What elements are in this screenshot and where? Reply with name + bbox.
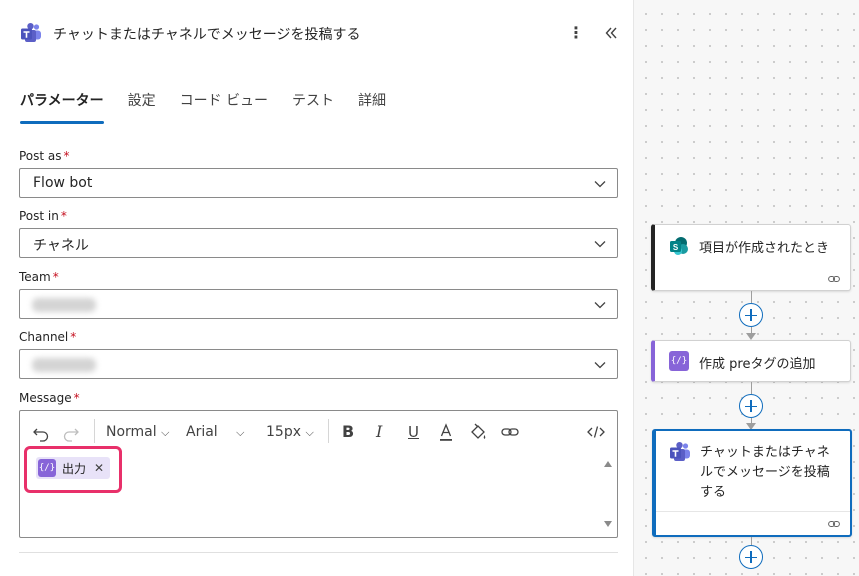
team-label: Team * [19, 270, 59, 284]
scroll-up-icon[interactable] [603, 459, 613, 469]
scroll-down-icon[interactable] [603, 519, 613, 529]
code-view-icon[interactable] [586, 421, 606, 443]
channel-label: Channel * [19, 330, 77, 344]
channel-dropdown[interactable] [19, 349, 618, 379]
highlight-box [24, 446, 122, 493]
italic-button[interactable]: I [376, 421, 382, 443]
team-value-redacted [32, 298, 96, 312]
tab-bar: パラメーター 設定 コード ビュー テスト 詳細 [20, 86, 410, 126]
underline-button[interactable]: U [408, 421, 419, 443]
toolbar-divider [94, 419, 95, 443]
trigger-card-label: 項目が作成されたとき [699, 241, 830, 256]
channel-value-redacted [32, 358, 96, 372]
tab-parameters[interactable]: パラメーター [20, 86, 104, 126]
toolbar-divider [328, 419, 329, 443]
chevron-down-icon [594, 362, 606, 369]
more-options-button[interactable]: ⋮ [567, 22, 585, 44]
chevron-down-icon [594, 241, 606, 248]
add-step-button[interactable] [739, 303, 763, 327]
tab-details[interactable]: 詳細 [358, 86, 386, 126]
trigger-card[interactable]: S 項目が作成されたとき [651, 224, 851, 291]
post-in-value: チャネル [33, 238, 89, 254]
message-label: Message * [19, 391, 80, 405]
teams-action-label: チャットまたはチャネ ルでメッセージを投稿 する [700, 445, 830, 500]
sharepoint-icon: S [670, 237, 688, 255]
post-in-label: Post in * [19, 209, 67, 223]
font-size-dropdown[interactable]: 15px ⌵ [266, 421, 314, 443]
svg-text:S: S [673, 243, 679, 252]
post-in-dropdown[interactable]: チャネル [19, 228, 618, 258]
editor-toolbar: Normal ⌵ Arial ⌵ 15px ⌵ B I U [20, 411, 617, 451]
section-divider [19, 552, 618, 553]
font-dropdown[interactable]: Arial ⌵ [186, 421, 245, 443]
card-divider [656, 511, 850, 512]
teams-icon [21, 23, 41, 42]
arrow-icon [746, 333, 756, 340]
compose-card[interactable]: {/} 作成 preタグの追加 [651, 340, 851, 382]
undo-icon[interactable] [32, 421, 50, 443]
connector-line [751, 291, 752, 303]
teams-action-card[interactable]: チャットまたはチャネ ルでメッセージを投稿 する [652, 429, 852, 537]
tab-test[interactable]: テスト [292, 86, 334, 126]
bold-button[interactable]: B [342, 421, 354, 443]
compose-card-label: 作成 preタグの追加 [699, 357, 816, 372]
font-color-icon[interactable] [438, 421, 454, 443]
panel-title: チャットまたはチャネルでメッセージを投稿する [53, 27, 361, 43]
link-icon [828, 276, 840, 282]
panel-header: チャットまたはチャネルでメッセージを投稿する ⋮ [0, 0, 634, 64]
post-as-value: Flow bot [33, 175, 93, 191]
teams-icon [670, 442, 690, 461]
link-icon [828, 521, 840, 527]
tab-code-view[interactable]: コード ビュー [180, 86, 268, 126]
post-as-label: Post as * [19, 149, 70, 163]
flow-canvas[interactable]: S 項目が作成されたとき {/} 作成 preタグの追加 チャットまたはチャネ … [634, 0, 859, 576]
add-step-button[interactable] [739, 394, 763, 418]
redo-icon[interactable] [62, 421, 80, 443]
highlight-color-icon[interactable] [469, 421, 487, 443]
connector-line [751, 537, 752, 545]
chevron-down-icon [594, 181, 606, 188]
chevron-down-icon [594, 302, 606, 309]
compose-icon: {/} [669, 351, 689, 371]
format-dropdown[interactable]: Normal ⌵ [106, 421, 169, 443]
action-panel: チャットまたはチャネルでメッセージを投稿する ⋮ パラメーター 設定 コード ビ… [0, 0, 634, 576]
tab-settings[interactable]: 設定 [128, 86, 156, 126]
team-dropdown[interactable] [19, 289, 618, 319]
connector-line [751, 382, 752, 394]
collapse-panel-icon[interactable] [600, 22, 622, 44]
post-as-dropdown[interactable]: Flow bot [19, 168, 618, 198]
link-icon[interactable] [500, 421, 520, 443]
add-step-button[interactable] [739, 545, 763, 569]
